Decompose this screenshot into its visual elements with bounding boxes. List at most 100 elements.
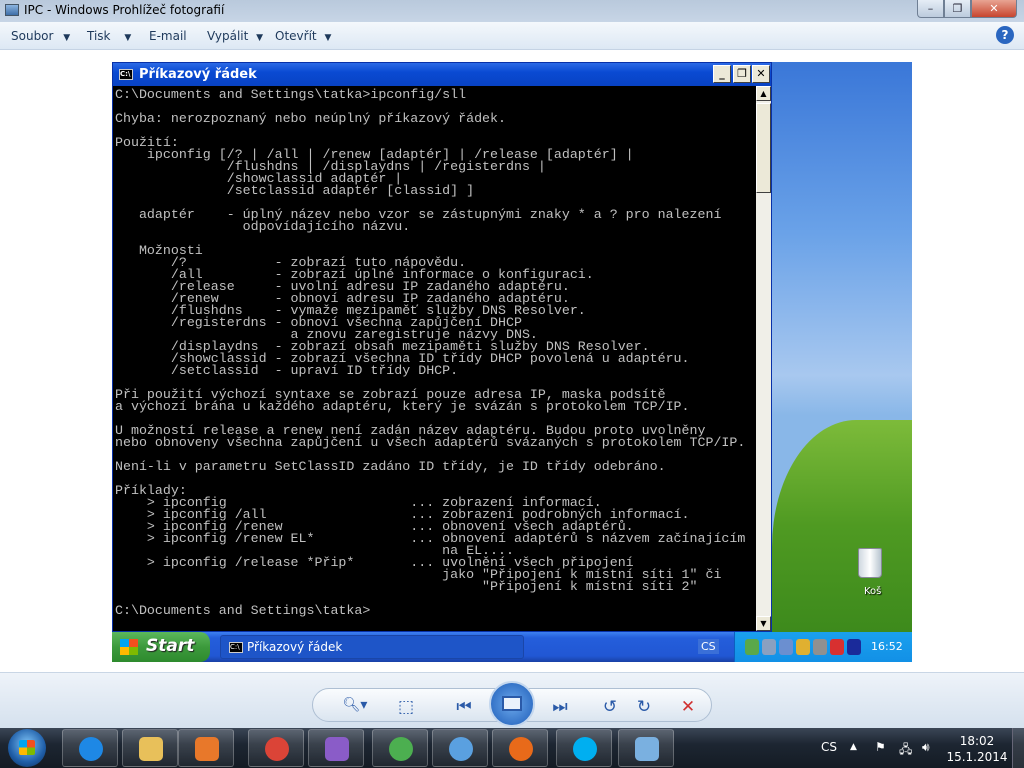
xp-taskbar: Start C:\ Příkazový řádek CS 16:52 <box>112 632 912 662</box>
console-line: Chyba: nerozpoznaný nebo neúplný příkazo… <box>115 111 506 126</box>
slideshow-button[interactable] <box>489 681 535 727</box>
taskbar-windows-update[interactable] <box>432 729 488 767</box>
help-button[interactable]: ? <box>996 26 1014 44</box>
photo-viewer-icon <box>5 4 19 16</box>
menu-vypalit[interactable]: Vypálit ▼ <box>207 29 263 43</box>
xp-start-button: Start <box>112 632 210 662</box>
console-output: C:\Documents and Settings\tatka>ipconfig… <box>113 86 756 631</box>
chevron-down-icon: ▼ <box>324 33 332 43</box>
windows-logo-icon <box>19 740 35 755</box>
console-line: a výchozí brána u každého adaptéru, kter… <box>115 399 690 414</box>
chevron-down-icon: ▼ <box>124 33 132 43</box>
cmd-icon: C:\ <box>119 69 133 80</box>
taskbar-utorrent[interactable] <box>372 729 428 767</box>
cmd-close-button: ✕ <box>752 65 770 83</box>
cmd-window: C:\ Příkazový řádek _ ❐ ✕ C:\Documents a… <box>112 62 772 632</box>
action-center-flag-icon[interactable]: ⚑ <box>875 740 886 754</box>
recycle-bin-label: Koš <box>864 586 882 597</box>
windows-logo-icon <box>120 639 138 655</box>
start-button[interactable] <box>8 729 46 767</box>
rotate-left-button[interactable]: ↺ <box>597 697 623 717</box>
chevron-down-icon: ▼ <box>63 33 71 43</box>
console-scrollbar: ▲ ▼ <box>756 86 771 631</box>
taskbar-media-center[interactable] <box>178 729 234 767</box>
taskbar-chrome[interactable] <box>248 729 304 767</box>
delete-button[interactable]: ✕ <box>675 697 701 717</box>
console-line: odpovídajícího názvu. <box>115 219 411 234</box>
xp-tray: 16:52 <box>734 632 912 662</box>
close-button[interactable]: ✕ <box>971 0 1017 18</box>
cmd-icon: C:\ <box>229 642 243 653</box>
task-label: Příkazový řádek <box>247 640 343 654</box>
start-label: Start <box>146 636 195 656</box>
photo-viewer-icon <box>635 737 659 761</box>
console-line: C:\Documents and Settings\tatka> <box>115 603 371 618</box>
show-hidden-icons-button[interactable]: ▲ <box>850 742 857 752</box>
chrome-icon <box>265 737 289 761</box>
console-line: "Připojení k místní síti 2" <box>115 579 698 594</box>
taskbar-visual-studio[interactable] <box>308 729 364 767</box>
taskbar-skype[interactable] <box>556 729 612 767</box>
maximize-button[interactable]: ❐ <box>944 0 971 18</box>
scroll-down-icon: ▼ <box>756 616 771 631</box>
show-desktop-button[interactable] <box>1012 728 1024 768</box>
xp-tray-icon <box>813 639 827 655</box>
volume-icon[interactable]: 🔊︎ <box>922 740 930 755</box>
rotate-right-button[interactable]: ↻ <box>631 697 657 717</box>
cmd-maximize-button: ❐ <box>733 65 751 83</box>
menu-otevrit[interactable]: Otevřít ▼ <box>275 29 331 43</box>
clock[interactable]: 18:02 15.1.2014 <box>944 733 1010 765</box>
xp-tray-icon <box>830 639 844 655</box>
taskbar: CS ▲ ⚑ 🖧 🔊︎ 18:02 15.1.2014 <box>0 728 1024 768</box>
xp-language: CS <box>698 639 719 654</box>
firefox-icon <box>509 737 533 761</box>
controls-pill: 🔍︎▾ ⬚ ⏮ ⏭ ↺ ↻ ✕ <box>312 681 712 727</box>
clock-time: 18:02 <box>959 734 995 748</box>
menu-soubor[interactable]: Soubor ▼ <box>11 29 70 43</box>
cmd-title: Příkazový řádek <box>139 67 257 82</box>
windows-update-icon <box>449 737 473 761</box>
visual-studio-icon <box>325 737 349 761</box>
console-line: nebo obnoveny všechna zapůjčení u všech … <box>115 435 746 450</box>
console-line: /setclassid adaptér [classid] ] <box>115 183 475 198</box>
scroll-up-icon: ▲ <box>756 86 771 101</box>
slideshow-icon <box>502 696 522 711</box>
language-indicator[interactable]: CS <box>821 740 837 754</box>
menu-label: Vypálit <box>207 29 249 43</box>
network-icon[interactable]: 🖧 <box>899 740 912 761</box>
taskbar-internet-explorer[interactable] <box>62 729 118 767</box>
console-line: Není-li v parametru SetClassID zadáno ID… <box>115 459 666 474</box>
xp-tray-icon <box>796 639 810 655</box>
xp-task-cmd: C:\ Příkazový řádek <box>220 635 524 659</box>
cmd-title-bar: C:\ Příkazový řádek _ ❐ ✕ <box>113 63 771 86</box>
console-line: /setclassid - upraví ID třídy DHCP. <box>115 363 459 378</box>
menu-label: Soubor <box>11 29 54 43</box>
window-title: IPC - Windows Prohlížeč fotografií <box>24 3 225 17</box>
xp-tray-icon <box>762 639 776 655</box>
fit-window-button[interactable]: ⬚ <box>393 697 419 717</box>
menu-tisk[interactable]: Tisk ▼ <box>87 29 131 43</box>
media-center-icon <box>195 737 219 761</box>
minimize-button[interactable]: – <box>917 0 944 18</box>
xp-tray-icon <box>745 639 759 655</box>
zoom-button[interactable]: 🔍︎▾ <box>337 697 373 713</box>
taskbar-photo-viewer[interactable] <box>618 729 674 767</box>
taskbar-windows-explorer[interactable] <box>122 729 178 767</box>
menu-label: Otevřít <box>275 29 317 43</box>
next-button[interactable]: ⏭ <box>547 697 573 717</box>
cmd-minimize-button: _ <box>713 65 731 83</box>
recycle-bin-icon <box>858 548 882 578</box>
menu-bar: Soubor ▼ Tisk ▼ E-mail Vypálit ▼ Otevřít… <box>0 22 1024 50</box>
previous-button[interactable]: ⏮ <box>451 697 477 717</box>
taskbar-firefox[interactable] <box>492 729 548 767</box>
viewer-controls: 🔍︎▾ ⬚ ⏮ ⏭ ↺ ↻ ✕ <box>0 672 1024 728</box>
menu-email[interactable]: E-mail <box>149 29 187 43</box>
scroll-thumb <box>756 103 771 193</box>
xp-tray-icon <box>779 639 793 655</box>
clock-date: 15.1.2014 <box>946 750 1008 764</box>
xp-clock: 16:52 <box>871 640 903 653</box>
title-bar: IPC - Windows Prohlížeč fotografií – ❐ ✕ <box>0 0 1024 22</box>
xp-tray-icon <box>847 639 861 655</box>
